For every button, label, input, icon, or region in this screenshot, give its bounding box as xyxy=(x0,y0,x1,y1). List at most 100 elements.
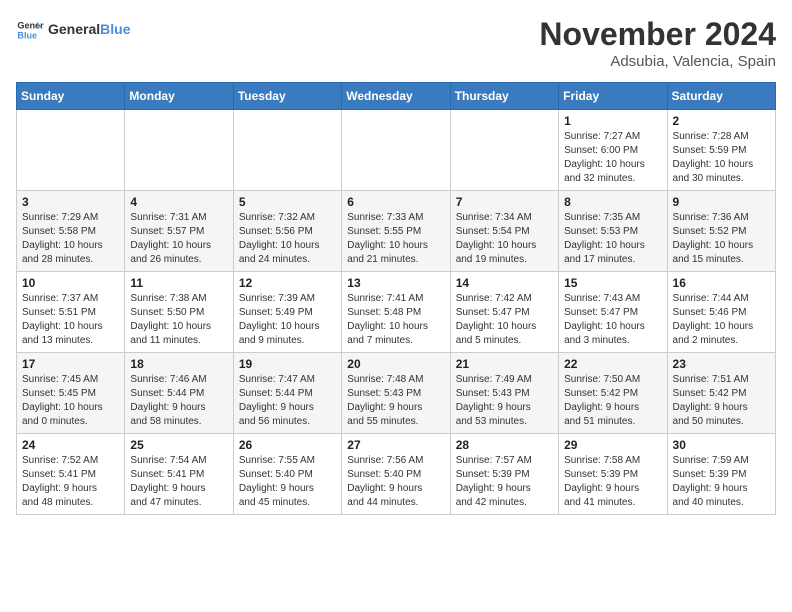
calendar-cell: 27 Sunrise: 7:56 AM Sunset: 5:40 PM Dayli… xyxy=(342,434,450,515)
week-row-4: 24 Sunrise: 7:52 AM Sunset: 5:41 PM Dayli… xyxy=(17,434,776,515)
calendar-cell: 21 Sunrise: 7:49 AM Sunset: 5:43 PM Dayli… xyxy=(450,353,558,434)
day-number: 19 xyxy=(239,357,336,371)
weekday-header-monday: Monday xyxy=(125,83,233,110)
day-number: 4 xyxy=(130,195,227,209)
day-info: Sunrise: 7:49 AM Sunset: 5:43 PM Dayligh… xyxy=(456,373,553,429)
day-number: 7 xyxy=(456,195,553,209)
weekday-header-saturday: Saturday xyxy=(667,83,775,110)
location-subtitle: Adsubia, Valencia, Spain xyxy=(539,53,776,70)
day-info: Sunrise: 7:35 AM Sunset: 5:53 PM Dayligh… xyxy=(564,211,661,267)
day-number: 3 xyxy=(22,195,119,209)
logo-icon: General Blue xyxy=(16,16,44,44)
day-number: 22 xyxy=(564,357,661,371)
day-number: 14 xyxy=(456,276,553,290)
day-info: Sunrise: 7:36 AM Sunset: 5:52 PM Dayligh… xyxy=(673,211,770,267)
day-number: 30 xyxy=(673,438,770,452)
day-number: 21 xyxy=(456,357,553,371)
day-info: Sunrise: 7:54 AM Sunset: 5:41 PM Dayligh… xyxy=(130,454,227,510)
logo-general: General xyxy=(48,21,100,37)
day-number: 23 xyxy=(673,357,770,371)
day-info: Sunrise: 7:37 AM Sunset: 5:51 PM Dayligh… xyxy=(22,292,119,348)
day-number: 25 xyxy=(130,438,227,452)
calendar-cell: 24 Sunrise: 7:52 AM Sunset: 5:41 PM Dayli… xyxy=(17,434,125,515)
calendar-cell: 12 Sunrise: 7:39 AM Sunset: 5:49 PM Dayli… xyxy=(233,272,341,353)
day-number: 13 xyxy=(347,276,444,290)
day-info: Sunrise: 7:56 AM Sunset: 5:40 PM Dayligh… xyxy=(347,454,444,510)
calendar-cell: 7Sunrise: 7:34 AM Sunset: 5:54 PM Daylig… xyxy=(450,191,558,272)
logo: General Blue General Blue xyxy=(16,16,130,44)
day-info: Sunrise: 7:38 AM Sunset: 5:50 PM Dayligh… xyxy=(130,292,227,348)
day-info: Sunrise: 7:29 AM Sunset: 5:58 PM Dayligh… xyxy=(22,211,119,267)
svg-text:Blue: Blue xyxy=(17,30,37,40)
day-info: Sunrise: 7:43 AM Sunset: 5:47 PM Dayligh… xyxy=(564,292,661,348)
weekday-header-thursday: Thursday xyxy=(450,83,558,110)
calendar-cell: 22Sunrise: 7:50 AM Sunset: 5:42 PM Dayli… xyxy=(559,353,667,434)
day-info: Sunrise: 7:55 AM Sunset: 5:40 PM Dayligh… xyxy=(239,454,336,510)
calendar-cell: 30 Sunrise: 7:59 AM Sunset: 5:39 PM Dayli… xyxy=(667,434,775,515)
day-number: 15 xyxy=(564,276,661,290)
calendar-cell: 16 Sunrise: 7:44 AM Sunset: 5:46 PM Dayli… xyxy=(667,272,775,353)
calendar-cell: 11 Sunrise: 7:38 AM Sunset: 5:50 PM Dayli… xyxy=(125,272,233,353)
day-info: Sunrise: 7:27 AM Sunset: 6:00 PM Dayligh… xyxy=(564,130,661,186)
day-info: Sunrise: 7:52 AM Sunset: 5:41 PM Dayligh… xyxy=(22,454,119,510)
day-info: Sunrise: 7:57 AM Sunset: 5:39 PM Dayligh… xyxy=(456,454,553,510)
calendar-cell: 1 Sunrise: 7:27 AM Sunset: 6:00 PM Daylig… xyxy=(559,110,667,191)
day-number: 17 xyxy=(22,357,119,371)
calendar-cell: 13 Sunrise: 7:41 AM Sunset: 5:48 PM Dayli… xyxy=(342,272,450,353)
page-header: General Blue General Blue November 2024 A… xyxy=(16,16,776,70)
day-number: 28 xyxy=(456,438,553,452)
day-info: Sunrise: 7:44 AM Sunset: 5:46 PM Dayligh… xyxy=(673,292,770,348)
calendar-cell: 20Sunrise: 7:48 AM Sunset: 5:43 PM Dayli… xyxy=(342,353,450,434)
calendar-cell: 25 Sunrise: 7:54 AM Sunset: 5:41 PM Dayli… xyxy=(125,434,233,515)
day-info: Sunrise: 7:41 AM Sunset: 5:48 PM Dayligh… xyxy=(347,292,444,348)
calendar-cell: 8 Sunrise: 7:35 AM Sunset: 5:53 PM Daylig… xyxy=(559,191,667,272)
weekday-header-wednesday: Wednesday xyxy=(342,83,450,110)
calendar-cell: 14 Sunrise: 7:42 AM Sunset: 5:47 PM Dayli… xyxy=(450,272,558,353)
day-info: Sunrise: 7:47 AM Sunset: 5:44 PM Dayligh… xyxy=(239,373,336,429)
weekday-header-friday: Friday xyxy=(559,83,667,110)
day-number: 1 xyxy=(564,114,661,128)
calendar-cell: 5Sunrise: 7:32 AM Sunset: 5:56 PM Daylig… xyxy=(233,191,341,272)
day-number: 26 xyxy=(239,438,336,452)
week-row-0: 1 Sunrise: 7:27 AM Sunset: 6:00 PM Daylig… xyxy=(17,110,776,191)
calendar-cell: 23 Sunrise: 7:51 AM Sunset: 5:42 PM Dayli… xyxy=(667,353,775,434)
day-number: 6 xyxy=(347,195,444,209)
calendar-table: SundayMondayTuesdayWednesdayThursdayFrid… xyxy=(16,82,776,515)
day-number: 18 xyxy=(130,357,227,371)
day-number: 11 xyxy=(130,276,227,290)
calendar-cell xyxy=(342,110,450,191)
day-number: 24 xyxy=(22,438,119,452)
title-block: November 2024 Adsubia, Valencia, Spain xyxy=(539,16,776,70)
day-number: 5 xyxy=(239,195,336,209)
day-info: Sunrise: 7:59 AM Sunset: 5:39 PM Dayligh… xyxy=(673,454,770,510)
calendar-cell: 28 Sunrise: 7:57 AM Sunset: 5:39 PM Dayli… xyxy=(450,434,558,515)
day-number: 9 xyxy=(673,195,770,209)
day-number: 27 xyxy=(347,438,444,452)
calendar-cell: 4 Sunrise: 7:31 AM Sunset: 5:57 PM Daylig… xyxy=(125,191,233,272)
day-info: Sunrise: 7:46 AM Sunset: 5:44 PM Dayligh… xyxy=(130,373,227,429)
week-row-2: 10Sunrise: 7:37 AM Sunset: 5:51 PM Dayli… xyxy=(17,272,776,353)
day-info: Sunrise: 7:45 AM Sunset: 5:45 PM Dayligh… xyxy=(22,373,119,429)
calendar-cell: 6 Sunrise: 7:33 AM Sunset: 5:55 PM Daylig… xyxy=(342,191,450,272)
calendar-cell xyxy=(17,110,125,191)
calendar-cell: 3 Sunrise: 7:29 AM Sunset: 5:58 PM Daylig… xyxy=(17,191,125,272)
week-row-3: 17 Sunrise: 7:45 AM Sunset: 5:45 PM Dayli… xyxy=(17,353,776,434)
day-info: Sunrise: 7:28 AM Sunset: 5:59 PM Dayligh… xyxy=(673,130,770,186)
day-number: 16 xyxy=(673,276,770,290)
day-info: Sunrise: 7:31 AM Sunset: 5:57 PM Dayligh… xyxy=(130,211,227,267)
calendar-cell: 18 Sunrise: 7:46 AM Sunset: 5:44 PM Dayli… xyxy=(125,353,233,434)
day-info: Sunrise: 7:33 AM Sunset: 5:55 PM Dayligh… xyxy=(347,211,444,267)
month-year-title: November 2024 xyxy=(539,16,776,53)
day-info: Sunrise: 7:51 AM Sunset: 5:42 PM Dayligh… xyxy=(673,373,770,429)
calendar-cell: 10Sunrise: 7:37 AM Sunset: 5:51 PM Dayli… xyxy=(17,272,125,353)
day-number: 12 xyxy=(239,276,336,290)
day-info: Sunrise: 7:58 AM Sunset: 5:39 PM Dayligh… xyxy=(564,454,661,510)
day-info: Sunrise: 7:42 AM Sunset: 5:47 PM Dayligh… xyxy=(456,292,553,348)
calendar-cell: 29 Sunrise: 7:58 AM Sunset: 5:39 PM Dayli… xyxy=(559,434,667,515)
day-info: Sunrise: 7:39 AM Sunset: 5:49 PM Dayligh… xyxy=(239,292,336,348)
day-number: 29 xyxy=(564,438,661,452)
calendar-cell xyxy=(125,110,233,191)
weekday-header-row: SundayMondayTuesdayWednesdayThursdayFrid… xyxy=(17,83,776,110)
calendar-cell: 26 Sunrise: 7:55 AM Sunset: 5:40 PM Dayli… xyxy=(233,434,341,515)
day-number: 8 xyxy=(564,195,661,209)
